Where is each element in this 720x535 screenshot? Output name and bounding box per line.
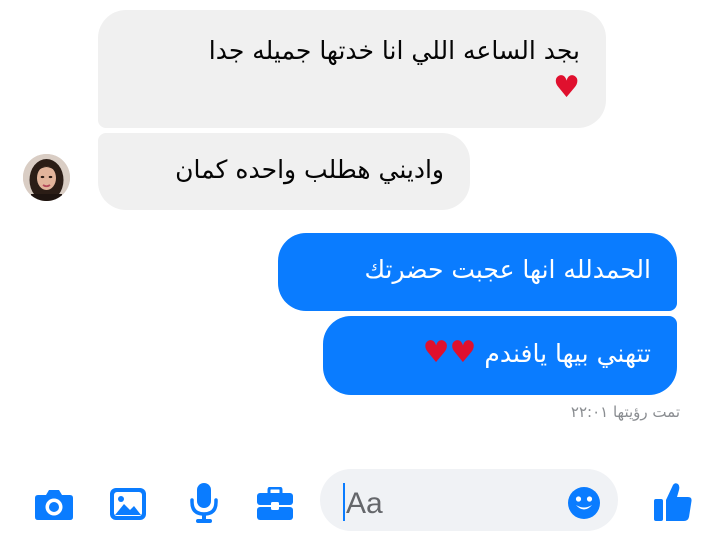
toolkit-icon xyxy=(257,487,293,520)
like-button[interactable] xyxy=(650,479,696,525)
camera-icon xyxy=(35,490,73,520)
outgoing-message[interactable]: تتهني بيها يافندم ♥♥ xyxy=(323,316,677,395)
voice-button[interactable] xyxy=(184,480,224,526)
avatar[interactable] xyxy=(23,154,70,201)
heart-emoji: ♥ xyxy=(553,70,580,105)
heart-emoji: ♥♥ xyxy=(422,335,477,370)
incoming-message[interactable]: بجد الساعه اللي انا خدتها جميله جدا ♥ xyxy=(98,10,606,128)
message-input-placeholder[interactable]: Aa xyxy=(346,486,383,522)
photo-icon xyxy=(110,488,146,520)
seen-receipt: تمت رؤيتها ٢٢:٠١ xyxy=(570,403,680,421)
avatar-image xyxy=(23,154,70,201)
photo-button[interactable] xyxy=(106,482,150,526)
thumbs-up-icon xyxy=(654,483,692,521)
microphone-icon xyxy=(190,483,218,523)
outgoing-message[interactable]: الحمدلله انها عجبت حضرتك xyxy=(278,233,677,311)
emoji-icon xyxy=(568,487,600,519)
incoming-message[interactable]: واديني هطلب واحده كمان xyxy=(98,133,470,210)
text-caret xyxy=(343,483,345,521)
camera-button[interactable] xyxy=(32,482,76,526)
message-text: تتهني بيها يافندم ♥♥ xyxy=(422,335,651,370)
message-text: بجد الساعه اللي انا خدتها جميله جدا xyxy=(208,36,580,65)
message-text: واديني هطلب واحده كمان xyxy=(175,155,444,184)
toolkit-button[interactable] xyxy=(255,482,295,526)
message-text: الحمدلله انها عجبت حضرتك xyxy=(364,255,651,284)
emoji-button[interactable] xyxy=(566,485,602,521)
